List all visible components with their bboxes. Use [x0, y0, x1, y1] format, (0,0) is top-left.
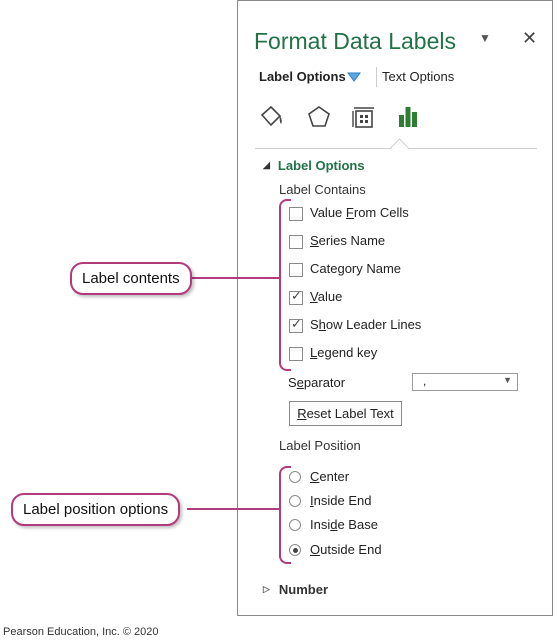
label-position-callout: Label position options: [11, 493, 181, 526]
checkmark-icon: ✓: [291, 288, 302, 303]
radio-label: Outside End: [310, 542, 382, 557]
size-properties-icon[interactable]: [350, 103, 378, 131]
checkbox-label: Show Leader Lines: [310, 317, 422, 332]
selected-category-caret: [390, 138, 409, 157]
checkbox[interactable]: ✓: [289, 288, 303, 305]
separator-label-post: parator: [303, 375, 346, 390]
checkbox-label: Value: [310, 289, 343, 304]
checkbox[interactable]: ✓: [289, 316, 303, 333]
radio-label: Inside Base: [310, 517, 378, 532]
separator-label: Separator: [288, 375, 345, 390]
checkbox-label: Value From Cells: [310, 205, 409, 220]
tab-label-options[interactable]: Label Options: [259, 69, 346, 84]
label-contents-bracket: [279, 199, 291, 371]
checkbox[interactable]: [289, 235, 303, 249]
separator-label-key: e: [296, 375, 304, 390]
separator-value: ,: [423, 374, 427, 388]
close-icon[interactable]: ✕: [522, 28, 537, 49]
radio-label: Inside End: [310, 493, 372, 508]
category-icons: [258, 103, 458, 133]
checkbox[interactable]: [289, 347, 303, 361]
reset-button-post: eset Label Text: [306, 406, 394, 421]
label-contains-heading: Label Contains: [279, 182, 366, 197]
number-section-header[interactable]: ▷ Number: [263, 582, 328, 597]
checkbox[interactable]: [289, 207, 303, 221]
checkbox[interactable]: [289, 263, 303, 277]
label-position-leader: [187, 508, 281, 510]
copyright-credit: Pearson Education, Inc. © 2020: [3, 626, 159, 638]
reset-button-key: R: [297, 406, 307, 421]
reset-label-text-button[interactable]: Reset Label Text: [289, 401, 402, 426]
collapse-triangle-icon: ◢: [263, 160, 270, 170]
label-position-heading: Label Position: [279, 438, 361, 453]
effects-icon[interactable]: [305, 103, 333, 131]
label-contents-leader: [184, 277, 281, 279]
separator-label-pre: S: [288, 375, 297, 390]
tab-separator: [376, 67, 377, 87]
radio-selected-dot: [293, 548, 298, 553]
number-heading: Number: [278, 582, 329, 597]
fill-line-icon[interactable]: [258, 103, 286, 131]
tab-dropdown-icon[interactable]: [347, 72, 361, 82]
tab-text-options[interactable]: Text Options: [382, 69, 454, 84]
label-contents-callout: Label contents: [70, 262, 192, 295]
label-position-bracket: [279, 466, 291, 564]
chevron-down-icon: ▼: [503, 375, 512, 385]
separator-select[interactable]: , ▼: [412, 373, 518, 391]
pane-title: Format Data Labels: [254, 28, 456, 54]
label-options-icon[interactable]: [394, 103, 422, 131]
label-options-heading: Label Options: [277, 158, 365, 173]
checkmark-icon: ✓: [291, 316, 302, 331]
pane-menu-icon[interactable]: ▼: [479, 31, 491, 45]
checkbox-label: Series Name: [310, 233, 386, 248]
checkbox-label: Legend key: [310, 345, 378, 360]
label-options-section-header[interactable]: ◢ Label Options: [263, 158, 365, 173]
expand-triangle-icon: ▷: [263, 584, 270, 594]
radio-label: Center: [310, 469, 350, 484]
checkbox-label: Category Name: [310, 261, 402, 276]
